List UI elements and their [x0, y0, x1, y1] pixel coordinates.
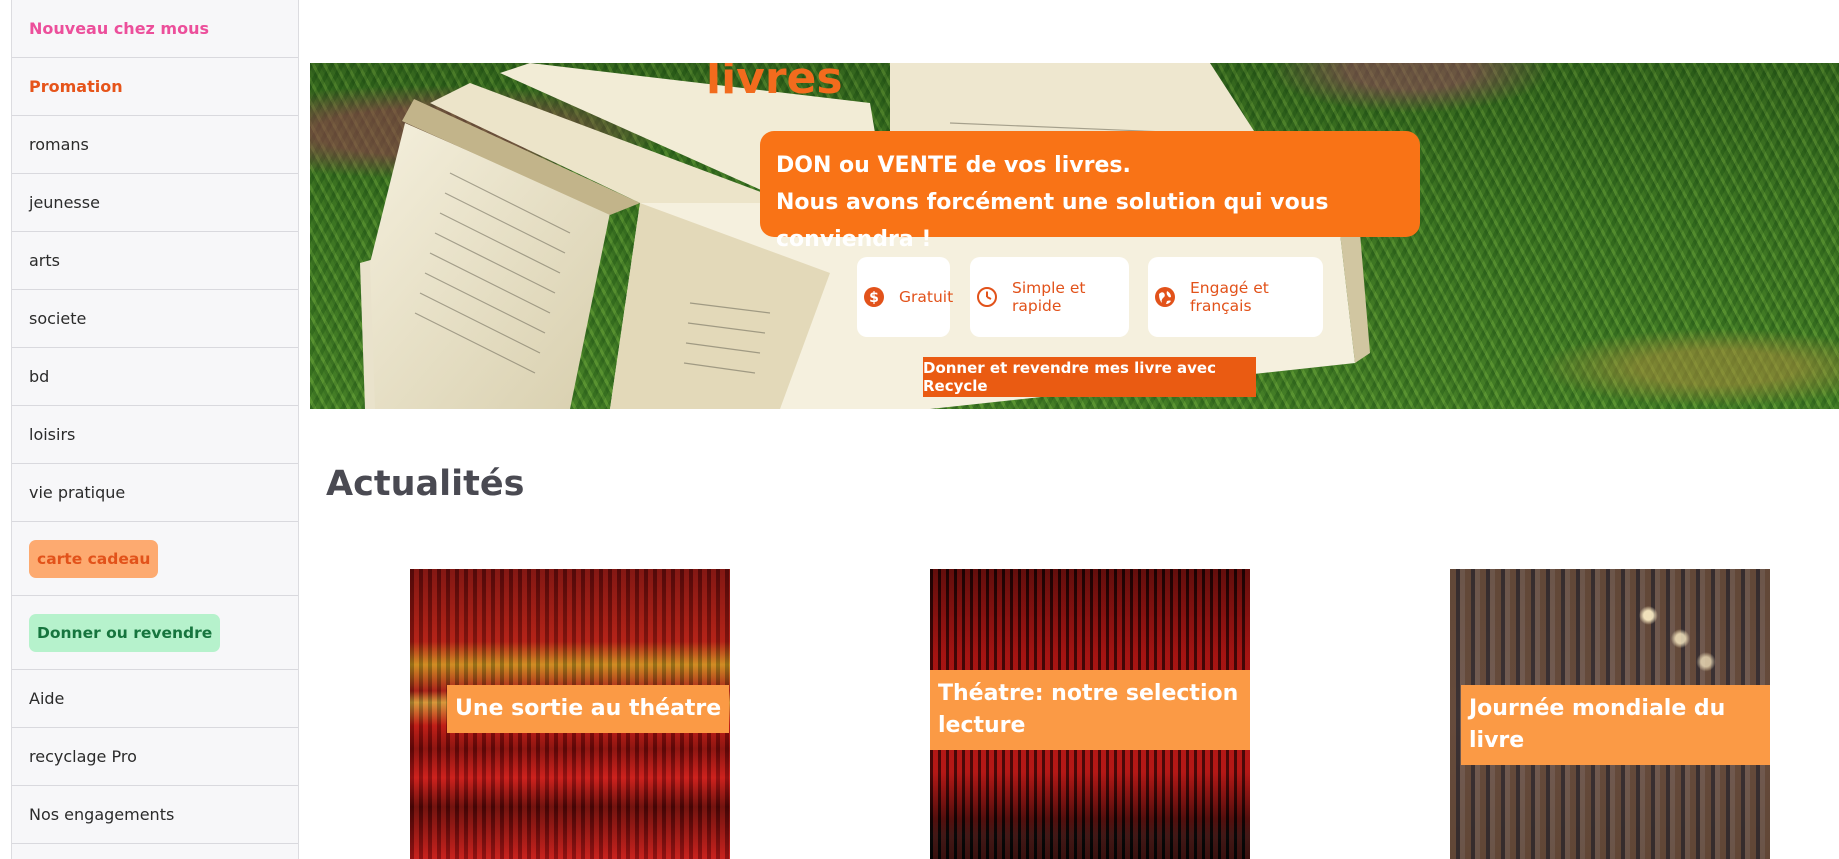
sidebar-item-donner-revendre: Donner ou revendre: [12, 596, 298, 670]
donner-revendre-button[interactable]: Donner ou revendre: [29, 613, 221, 652]
news-card-label: Théatre: notre selection lecture: [930, 670, 1250, 750]
news-section-title: Actualités: [326, 464, 525, 504]
sidebar-item-carte-cadeau: carte cadeau: [12, 522, 298, 596]
feature-simple-rapide: Simple et rapide: [970, 257, 1129, 337]
sidebar-item-loisirs[interactable]: loisirs: [12, 406, 298, 464]
sidebar-item-bd[interactable]: bd: [12, 348, 298, 406]
sidebar-item-romans[interactable]: romans: [12, 116, 298, 174]
feature-engage-francais: Engagé et français: [1148, 257, 1323, 337]
news-card-label: Une sortie au théatre: [447, 685, 730, 733]
hero-banner: livres DON ou VENTE de vos livres. Nous …: [310, 63, 1839, 409]
globe-icon: [1154, 286, 1176, 308]
clock-icon: [976, 286, 998, 308]
news-card-theatre[interactable]: Une sortie au théatre: [410, 569, 730, 859]
carte-cadeau-button[interactable]: carte cadeau: [29, 539, 159, 578]
news-card-label: Journée mondiale du livre: [1461, 685, 1770, 765]
sidebar-item-nos-engagements[interactable]: Nos engagements: [12, 786, 298, 844]
sidebar-item-vie-pratique[interactable]: vie pratique: [12, 464, 298, 522]
category-sidebar: Nouveau chez mous Promation romans jeune…: [11, 0, 299, 859]
banner-line-2: Nous avons forcément une solution qui vo…: [776, 190, 1329, 252]
sidebar-item-aide[interactable]: Aide: [12, 670, 298, 728]
banner-line-1: DON ou VENTE de vos livres.: [776, 153, 1131, 178]
sidebar-item-jeunesse[interactable]: jeunesse: [12, 174, 298, 232]
sidebar-item-promotion[interactable]: Promation: [12, 58, 298, 116]
don-vente-banner: DON ou VENTE de vos livres. Nous avons f…: [760, 131, 1420, 252]
donner-revendre-cta-button[interactable]: Donner et revendre mes livre avec Recycl…: [923, 357, 1256, 397]
sidebar-item-societe[interactable]: societe: [12, 290, 298, 348]
dollar-icon: $: [863, 286, 885, 308]
svg-text:$: $: [869, 290, 879, 306]
sidebar-item-arts[interactable]: arts: [12, 232, 298, 290]
sidebar-item-new[interactable]: Nouveau chez mous: [12, 0, 298, 58]
feature-gratuit-label: Gratuit: [899, 288, 954, 306]
news-card-journee-livre[interactable]: Journée mondiale du livre: [1450, 569, 1770, 859]
news-card-selection-lecture[interactable]: Théatre: notre selection lecture: [930, 569, 1250, 859]
sidebar-item-recyclage-pro[interactable]: recyclage Pro: [12, 728, 298, 786]
feature-simple-rapide-label: Simple et rapide: [1012, 279, 1086, 315]
feature-gratuit: $ Gratuit: [857, 257, 954, 337]
hero-title: livres: [706, 63, 843, 104]
feature-engage-francais-label: Engagé et français: [1190, 279, 1269, 315]
